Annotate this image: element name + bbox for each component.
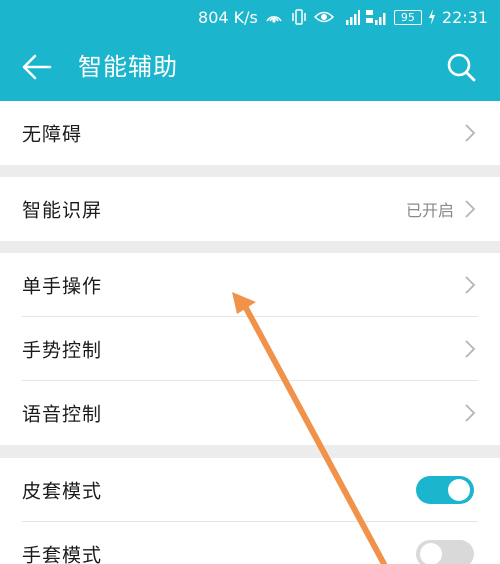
- charging-icon: [428, 9, 435, 25]
- section-controls: 单手操作 手势控制 语音控制: [0, 253, 500, 445]
- back-arrow-icon[interactable]: [20, 51, 54, 83]
- list-item-gesture[interactable]: 手势控制: [0, 317, 500, 381]
- eye-comfort-icon: [313, 11, 334, 23]
- section-modes: 皮套模式 手套模式: [0, 458, 500, 564]
- status-bar: 804 K/s 95 22:31: [0, 0, 500, 34]
- chevron-right-icon: [465, 404, 476, 422]
- signal-4g-icon: [365, 10, 386, 25]
- list-item-label: 语音控制: [22, 403, 103, 426]
- list-item-label: 智能识屏: [22, 199, 103, 222]
- list-item-label: 无障碍: [22, 123, 83, 146]
- chevron-right-icon: [465, 200, 476, 218]
- battery-icon: 95: [393, 9, 422, 25]
- list-item-accessibility[interactable]: 无障碍: [0, 101, 500, 165]
- toggle-knob: [448, 479, 470, 501]
- vibrate-icon: [292, 9, 306, 25]
- list-item-label: 皮套模式: [22, 480, 103, 503]
- status-icons: 804 K/s 95 22:31: [198, 7, 488, 27]
- glove-mode-toggle[interactable]: [416, 540, 474, 564]
- list-item-label: 手套模式: [22, 544, 103, 564]
- list-item-cover-mode[interactable]: 皮套模式: [0, 458, 500, 522]
- app-header: 804 K/s 95 22:31 智能辅助: [0, 0, 500, 101]
- section-accessibility: 无障碍: [0, 101, 500, 165]
- battery-level: 95: [400, 10, 415, 24]
- status-time: 22:31: [441, 7, 488, 27]
- chevron-right-icon: [465, 276, 476, 294]
- list-item-glove-mode[interactable]: 手套模式: [0, 522, 500, 564]
- hotspot-icon: [266, 16, 282, 23]
- network-speed: 804 K/s: [198, 7, 258, 27]
- list-item-label: 手势控制: [22, 339, 103, 362]
- list-item-label: 单手操作: [22, 275, 103, 298]
- list-item-one-hand[interactable]: 单手操作: [0, 253, 500, 317]
- search-icon[interactable]: [444, 50, 478, 84]
- status-value: 已开启: [405, 201, 454, 220]
- chevron-right-icon: [465, 340, 476, 358]
- page-title: 智能辅助: [78, 53, 178, 81]
- toggle-knob: [420, 543, 442, 564]
- chevron-right-icon: [465, 124, 476, 142]
- list-item-smart-screen[interactable]: 智能识屏 已开启: [0, 177, 500, 241]
- section-smart-screen: 智能识屏 已开启: [0, 177, 500, 241]
- list-item-voice[interactable]: 语音控制: [0, 381, 500, 445]
- signal-2g-icon: [345, 10, 360, 25]
- cover-mode-toggle[interactable]: [416, 476, 474, 504]
